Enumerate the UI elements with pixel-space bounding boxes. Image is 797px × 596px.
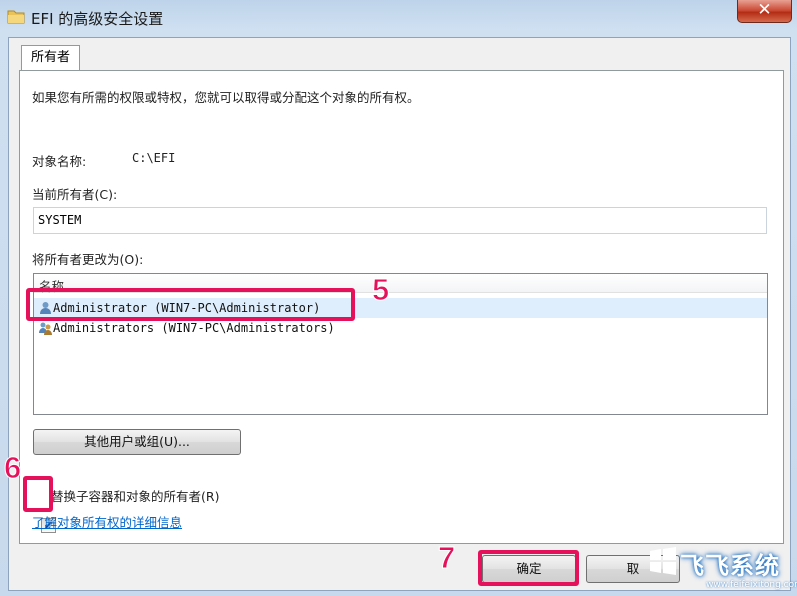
object-name-label: 对象名称: — [32, 154, 87, 169]
list-item-label: Administrators (WIN7-PC\Administrators) — [53, 321, 335, 335]
current-owner-field[interactable]: SYSTEM — [33, 207, 767, 234]
watermark-url: www.feifeixitong.com — [706, 580, 797, 590]
highlight-box-ok — [478, 550, 579, 586]
tab-owner[interactable]: 所有者 — [21, 45, 81, 72]
highlight-box-checkbox — [23, 476, 53, 512]
close-button[interactable]: ✕ — [737, 0, 792, 23]
other-users-button[interactable]: 其他用户或组(U)... — [33, 429, 241, 455]
security-settings-window: EFI 的高级安全设置 ✕ 所有者 如果您有所需的权限或特权，您就可以取得或分配… — [0, 0, 797, 596]
windows-logo-icon — [650, 547, 676, 575]
current-owner-label: 当前所有者(C): — [32, 187, 118, 202]
step-6-label: 6 — [3, 450, 22, 486]
window-title: EFI 的高级安全设置 — [31, 10, 164, 28]
replace-owner-label: 替换子容器和对象的所有者(R) — [51, 489, 220, 504]
folder-icon — [7, 10, 25, 24]
highlight-box-administrator — [26, 288, 355, 321]
list-item-administrators[interactable]: Administrators (WIN7-PC\Administrators) — [34, 318, 767, 338]
step-5-label: 5 — [371, 272, 390, 308]
step-7-label: 7 — [437, 540, 456, 576]
current-owner-value: SYSTEM — [38, 213, 82, 227]
watermark: 飞飞系统 www.feifeixitong.com — [646, 540, 797, 596]
watermark-title: 飞飞系统 — [680, 552, 780, 580]
group-icon — [39, 322, 52, 335]
title-bar: EFI 的高级安全设置 ✕ — [0, 0, 797, 34]
intro-text: 如果您有所需的权限或特权，您就可以取得或分配这个对象的所有权。 — [32, 90, 420, 105]
learn-ownership-link[interactable]: 了解对象所有权的详细信息 — [32, 512, 182, 531]
close-icon: ✕ — [757, 0, 772, 20]
object-name-value: C:\EFI — [132, 151, 176, 165]
change-owner-label: 将所有者更改为(O): — [32, 252, 144, 267]
